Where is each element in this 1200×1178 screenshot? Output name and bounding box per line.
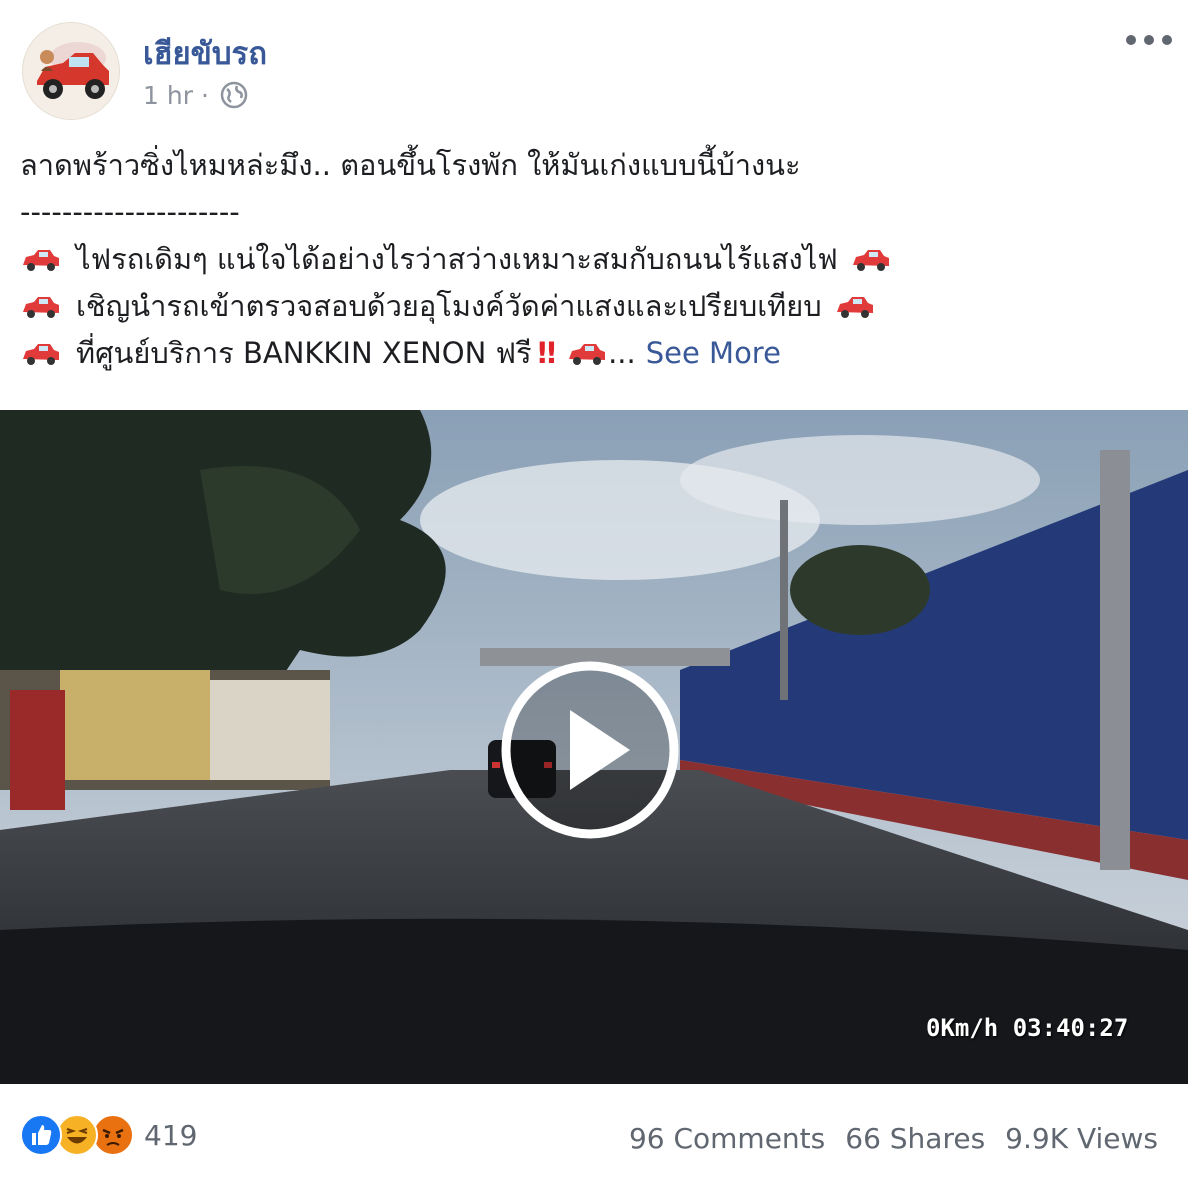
like-icon xyxy=(20,1114,62,1156)
text-line: ที่ศูนย์บริการ BANKKIN XENON ฟรี !! ... … xyxy=(20,330,1180,377)
reactions-summary[interactable]: 419 xyxy=(20,1114,197,1156)
text-line: ไฟรถเดิมๆ แน่ใจได้อย่างไรว่าสว่างเหมาะสม… xyxy=(20,236,1180,283)
post-header: เฮียขับรถ 1 hr · xyxy=(0,0,1200,130)
red-car-icon xyxy=(23,343,59,365)
globe-icon[interactable] xyxy=(219,80,249,110)
text-line: ลาดพร้าวซิ่งไหมหล่ะมึง.. ตอนขึ้นโรงพัก ใ… xyxy=(20,148,801,182)
haha-icon xyxy=(56,1114,98,1156)
red-car-icon xyxy=(569,343,606,365)
car-cartoon-icon xyxy=(23,23,119,119)
divider-line: --------------------- xyxy=(20,195,240,229)
red-car-icon xyxy=(23,296,59,318)
post-footer: 419 96 Comments 66 Shares 9.9K Views xyxy=(0,1100,1200,1178)
views-count: 9.9K Views xyxy=(1005,1122,1158,1155)
comments-count[interactable]: 96 Comments xyxy=(629,1122,825,1155)
post-time[interactable]: 1 hr xyxy=(143,81,193,110)
shares-count[interactable]: 66 Shares xyxy=(845,1122,985,1155)
engagement-stats: 96 Comments 66 Shares 9.9K Views xyxy=(629,1122,1158,1155)
red-car-icon xyxy=(852,249,889,271)
red-car-icon xyxy=(23,249,59,271)
post-meta: 1 hr · xyxy=(143,80,249,110)
text-line: เชิญนำรถเข้าตรวจสอบด้วยอุโมงค์วัดค่าแสงแ… xyxy=(20,283,1180,330)
double-exclamation-icon: !! xyxy=(535,336,559,370)
dashcam-timestamp: 0Km/h 03:40:27 xyxy=(926,1014,1129,1042)
text-line-content: เชิญนำรถเข้าตรวจสอบด้วยอุโมงค์วัดค่าแสงแ… xyxy=(76,289,822,323)
play-icon[interactable] xyxy=(500,660,680,840)
reaction-count: 419 xyxy=(144,1118,198,1152)
red-car-icon xyxy=(836,296,873,318)
more-options-icon[interactable] xyxy=(1126,28,1172,52)
see-more-link[interactable]: See More xyxy=(646,330,781,377)
text-line-content: ที่ศูนย์บริการ BANKKIN XENON ฟรี xyxy=(76,336,532,370)
meta-separator: · xyxy=(200,80,209,110)
text-line-content: ไฟรถเดิมๆ แน่ใจได้อย่างไรว่าสว่างเหมาะสม… xyxy=(76,242,838,276)
ellipsis: ... xyxy=(608,336,636,370)
angry-icon xyxy=(92,1114,134,1156)
post-message: ลาดพร้าวซิ่งไหมหล่ะมึง.. ตอนขึ้นโรงพัก ใ… xyxy=(20,142,1180,377)
page-name-link[interactable]: เฮียขับรถ xyxy=(143,28,267,78)
page-avatar[interactable] xyxy=(22,22,120,120)
